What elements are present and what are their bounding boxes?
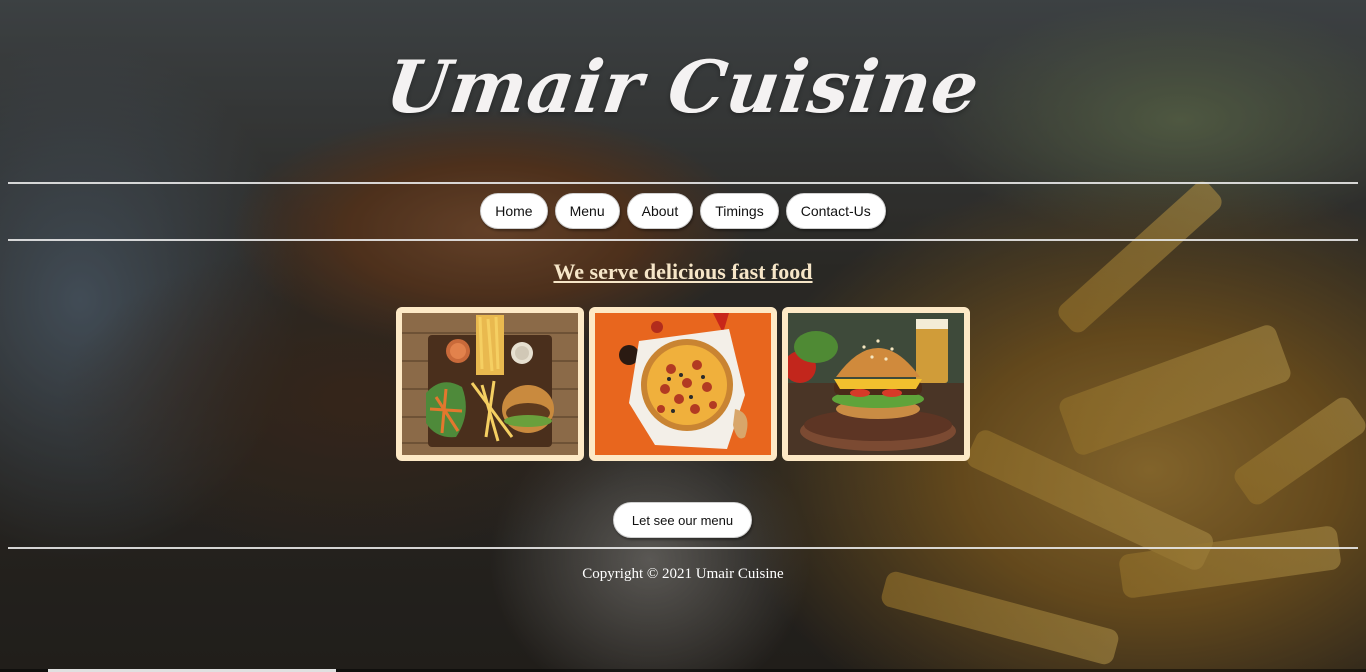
main-nav: Home Menu About Timings Contact-Us [0,193,1366,229]
brand-title: Umair Cuisine [381,44,985,129]
nav-about-button[interactable]: About [626,193,694,229]
divider-footer [8,547,1358,549]
page: Umair Cuisine Home Menu About Timings Co… [0,0,1366,672]
nav-home-button[interactable]: Home [480,193,548,229]
footer-copyright: Copyright © 2021 Umair Cuisine [582,566,784,582]
pizza-image [589,307,777,461]
divider-top [8,182,1358,184]
divider-nav [8,239,1358,241]
nav-contact-button[interactable]: Contact-Us [785,193,886,229]
see-menu-button[interactable]: Let see our menu [613,502,752,538]
nav-menu-button[interactable]: Menu [554,193,620,229]
burger-fries-board-image [396,307,584,461]
tagline-heading: We serve delicious fast food [553,259,813,284]
burger-image [782,307,970,461]
food-gallery [396,307,970,461]
nav-timings-button[interactable]: Timings [700,193,779,229]
